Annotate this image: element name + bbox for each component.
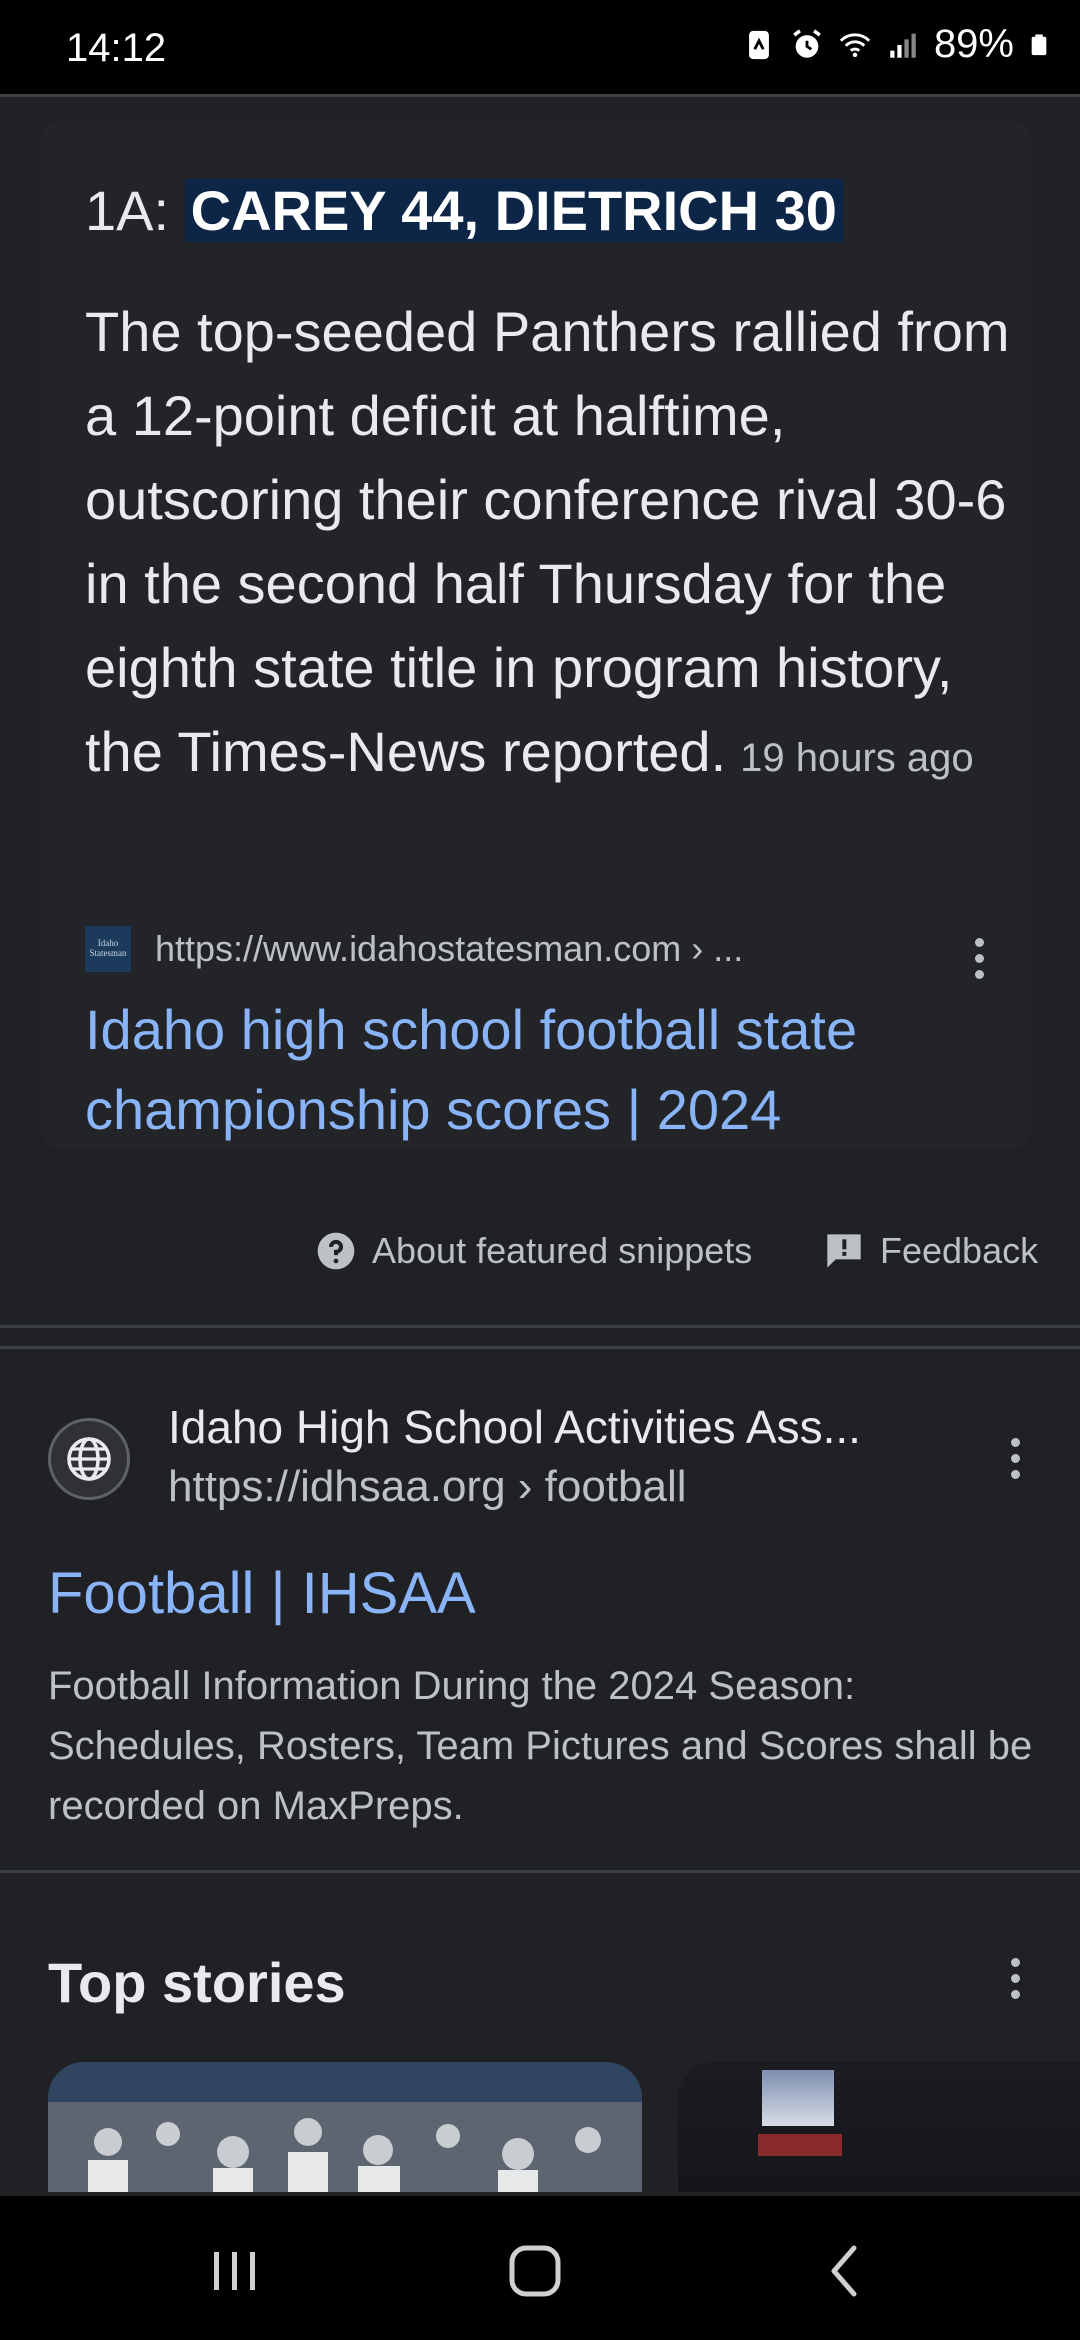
snippet-title-prefix: 1A: <box>85 179 185 242</box>
story-thumbnail-1[interactable] <box>48 2062 642 2192</box>
result-more-options-icon[interactable] <box>994 1430 1034 1490</box>
recent-apps-icon[interactable] <box>200 2236 270 2306</box>
snippet-text: The top-seeded Panthers rallied from a 1… <box>85 300 1010 783</box>
section-divider-2 <box>0 1346 1080 1349</box>
feedback-button[interactable]: Feedback <box>824 1230 1038 1272</box>
result-title-link[interactable]: Football | IHSAA <box>48 1560 476 1627</box>
status-bar: 14:12 89% <box>0 0 1080 96</box>
feedback-icon <box>827 1234 861 1268</box>
help-icon <box>317 1232 355 1270</box>
snippet-title: 1A: CAREY 44, DIETRICH 30 <box>85 178 843 243</box>
back-icon[interactable] <box>810 2236 880 2306</box>
globe-icon <box>67 1437 111 1481</box>
section-divider <box>0 1325 1080 1328</box>
source-title-link[interactable]: Idaho high school football state champio… <box>85 990 1015 1150</box>
scoreboard-banner <box>758 2134 842 2156</box>
story-thumbnail-2[interactable] <box>678 2062 1080 2192</box>
about-label: About featured snippets <box>372 1230 753 1271</box>
snippet-title-highlight: CAREY 44, DIETRICH 30 <box>184 179 843 242</box>
result-url[interactable]: https://idhsaa.org › football <box>168 1462 687 1512</box>
status-time: 14:12 <box>66 26 167 70</box>
source-url[interactable]: https://www.idahostatesman.com › ... <box>155 928 743 970</box>
snippet-time-ago: 19 hours ago <box>740 736 974 780</box>
site-favicon[interactable] <box>48 1418 130 1500</box>
stadium-crowd-image <box>48 2062 642 2192</box>
feedback-label: Feedback <box>880 1230 1039 1271</box>
alarm-icon <box>793 28 821 58</box>
system-navigation-bar <box>0 2196 1080 2340</box>
result-site-name[interactable]: Idaho High School Activities Ass... <box>168 1400 861 1454</box>
battery-icon <box>1031 33 1047 55</box>
result-description: Football Information During the 2024 Sea… <box>48 1664 1033 1828</box>
snippet-body: The top-seeded Panthers rallied from a 1… <box>85 290 1015 800</box>
top-stories-more-options-icon[interactable] <box>994 1950 1034 2010</box>
top-divider <box>0 94 1080 97</box>
top-stories-heading: Top stories <box>48 1951 346 2014</box>
result-divider <box>0 1870 1080 1873</box>
battery-percentage: 89% <box>933 22 1014 66</box>
source-favicon: Idaho Statesman <box>85 926 131 972</box>
wifi-icon <box>839 32 871 57</box>
about-featured-snippets[interactable]: About featured snippets <box>316 1230 752 1272</box>
nfc-icon <box>749 30 769 59</box>
snippet-more-options-icon[interactable] <box>958 930 998 990</box>
home-icon[interactable] <box>500 2236 570 2306</box>
signal-icon <box>890 33 916 58</box>
scoreboard-image <box>762 2070 834 2126</box>
